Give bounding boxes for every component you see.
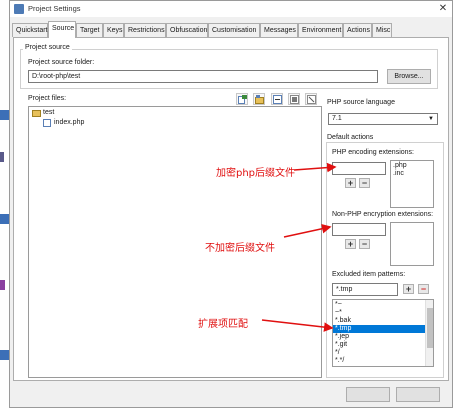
annotation-arrow-non-php-ext [283, 224, 332, 238]
annotation-php-ext: 加密php后缀文件 [216, 168, 296, 179]
annotation-arrow-php-ext [293, 162, 337, 173]
annotation-arrow-excluded [261, 319, 334, 332]
annotation-arrows [261, 162, 337, 332]
tab-source[interactable]: Source [48, 21, 76, 38]
annotation-non-php-ext: 不加密后缀文件 [205, 243, 275, 254]
annotation-excluded: 扩展项匹配 [198, 319, 248, 330]
